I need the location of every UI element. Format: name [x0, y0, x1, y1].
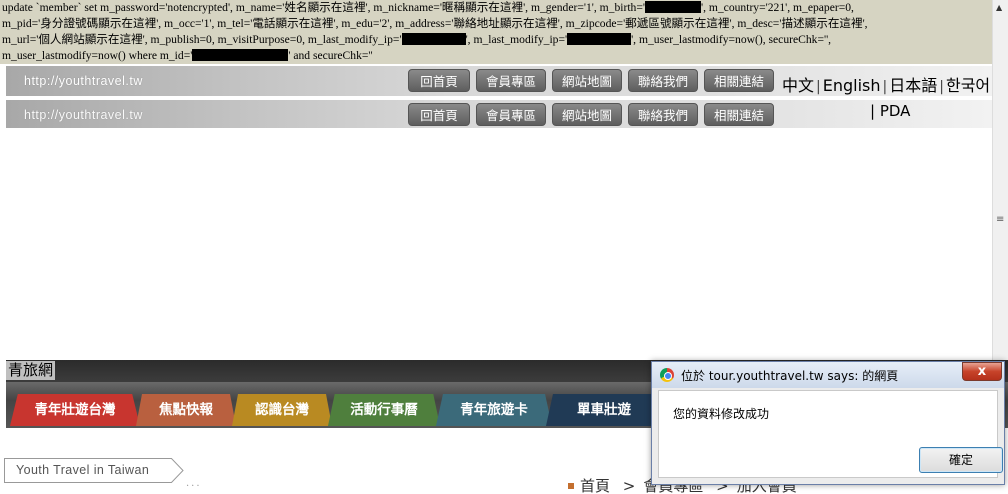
lang-chinese[interactable]: 中文	[782, 76, 814, 95]
tab-news[interactable]: 焦點快報	[136, 394, 236, 426]
scroll-up-icon[interactable]: ▲	[996, 3, 1002, 12]
sql-debug-output: update `member` set m_password='notencry…	[0, 0, 992, 64]
site-url[interactable]: http://youthtravel.tw	[24, 108, 143, 122]
sql-line-3: m_url='個人網站顯示在這裡', m_publish=0, m_visitP…	[2, 33, 832, 46]
pda-link[interactable]: | PDA	[870, 102, 910, 120]
nav-home-button[interactable]: 回首頁	[408, 69, 470, 92]
lang-english[interactable]: English	[823, 76, 881, 95]
sidebar-heading: Youth Travel in Taiwan	[4, 458, 172, 483]
site-url[interactable]: http://youthtravel.tw	[24, 74, 143, 88]
header-bar-duplicate: http://youthtravel.tw 回首頁 會員專區 網站地圖 聯絡我們…	[6, 100, 992, 128]
tab-youth-card[interactable]: 青年旅遊卡	[436, 394, 552, 426]
tab-bike-tour[interactable]: 單車壯遊	[546, 394, 662, 426]
redacted-block	[401, 33, 466, 45]
alert-dialog: 位於 tour.youthtravel.tw says: 的網頁 x 您的資料修…	[651, 361, 1005, 485]
nav-contact-button[interactable]: 聯絡我們	[628, 69, 698, 92]
tab-know-taiwan[interactable]: 認識台灣	[232, 394, 332, 426]
lang-korean[interactable]: 한국어	[946, 76, 990, 95]
scroll-grip-icon[interactable]: ≡	[996, 214, 1004, 225]
top-nav: 回首頁 會員專區 網站地圖 聯絡我們 相關連結	[408, 103, 774, 126]
nav-member-button[interactable]: 會員專區	[476, 103, 546, 126]
redacted-block	[192, 49, 289, 61]
dialog-ok-button[interactable]: 確定	[919, 447, 1003, 473]
top-nav: 回首頁 會員專區 網站地圖 聯絡我們 相關連結	[408, 69, 774, 92]
nav-contact-button[interactable]: 聯絡我們	[628, 103, 698, 126]
sql-line-1: update `member` set m_password='notencry…	[2, 1, 854, 14]
chrome-logo-icon	[660, 368, 674, 382]
nav-member-button[interactable]: 會員專區	[476, 69, 546, 92]
sidebar-arrow-icon	[171, 458, 184, 483]
breadcrumb-home[interactable]: 首頁	[580, 477, 610, 494]
page-scrollbar[interactable]: ▲ ≡	[992, 0, 1008, 360]
nav-sitemap-button[interactable]: 網站地圖	[552, 69, 622, 92]
dialog-body: 您的資料修改成功 確定	[658, 390, 1003, 478]
sql-line-2: m_pid='身分證號碼顯示在這裡', m_occ='1', m_tel='電話…	[2, 17, 868, 30]
dialog-title: 位於 tour.youthtravel.tw says: 的網頁	[681, 369, 899, 383]
dialog-titlebar[interactable]: 位於 tour.youthtravel.tw says: 的網頁 x	[652, 362, 1004, 388]
dialog-message: 您的資料修改成功	[673, 407, 770, 421]
language-links: 中文 | English | 日本語 | 한국어	[782, 76, 991, 95]
nav-home-button[interactable]: 回首頁	[408, 103, 470, 126]
nav-sitemap-button[interactable]: 網站地圖	[552, 103, 622, 126]
tab-youth-tour[interactable]: 青年壯遊台灣	[10, 394, 140, 426]
breadcrumb-bullet-icon	[568, 483, 574, 489]
lang-japanese[interactable]: 日本語	[889, 76, 937, 95]
dialog-close-button[interactable]: x	[962, 362, 1002, 381]
tab-calendar[interactable]: 活動行事曆	[328, 394, 440, 426]
redacted-block	[567, 33, 632, 45]
site-title: 青旅網	[6, 361, 56, 380]
sql-line-4: m_user_lastmodify=now() where m_id=' ' an…	[2, 49, 373, 62]
nav-links-button[interactable]: 相關連結	[704, 69, 774, 92]
nav-links-button[interactable]: 相關連結	[704, 103, 774, 126]
dots-divider: ...	[186, 478, 202, 489]
redacted-block	[644, 1, 701, 13]
